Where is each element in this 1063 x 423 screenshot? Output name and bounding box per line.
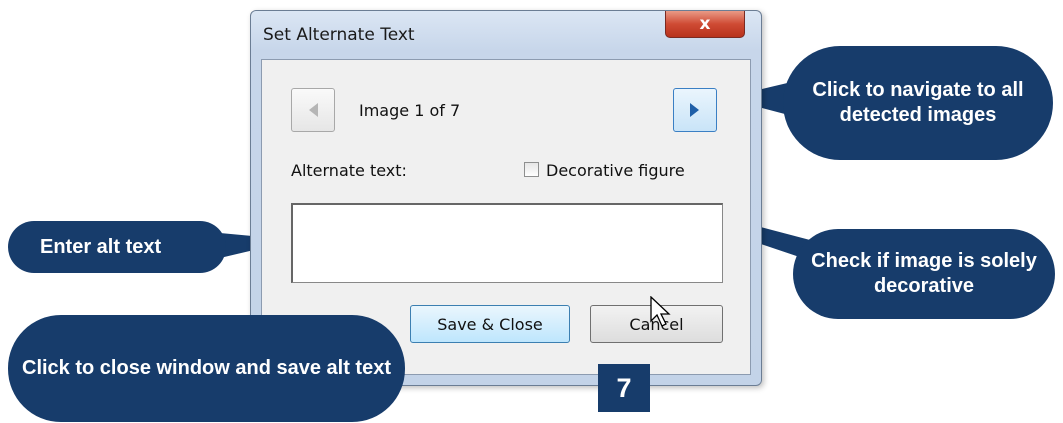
image-counter: Image 1 of 7 xyxy=(359,101,461,120)
next-image-button[interactable] xyxy=(673,88,717,132)
decorative-figure-checkbox[interactable] xyxy=(524,162,539,177)
dialog-title: Set Alternate Text xyxy=(263,25,415,45)
alt-text-input[interactable] xyxy=(291,203,723,283)
mouse-cursor-icon xyxy=(650,296,671,327)
arrow-left-icon xyxy=(309,103,318,117)
alt-text-label: Alternate text: xyxy=(291,161,407,180)
decorative-figure-label[interactable]: Decorative figure xyxy=(546,161,685,180)
close-button[interactable]: x xyxy=(665,11,745,38)
arrow-right-icon xyxy=(690,103,699,117)
callout-navigate: Click to navigate to all detected images xyxy=(783,46,1053,160)
close-icon: x xyxy=(699,14,711,34)
callout-decorative: Check if image is solely decorative xyxy=(793,229,1055,319)
callout-save-close: Click to close window and save alt text xyxy=(8,315,405,422)
step-number-badge: 7 xyxy=(598,364,650,412)
callout-enter-alt-text: Enter alt text xyxy=(8,221,226,273)
save-and-close-button[interactable]: Save & Close xyxy=(410,305,570,343)
previous-image-button[interactable] xyxy=(291,88,335,132)
